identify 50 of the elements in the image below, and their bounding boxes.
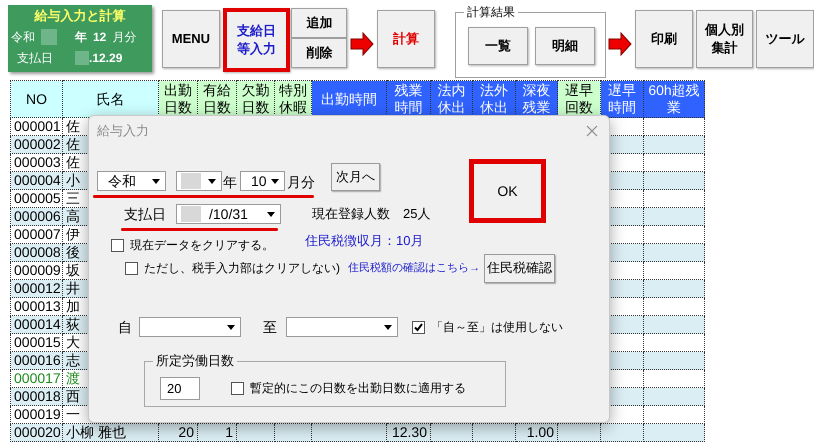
dropdown[interactable]: 10 bbox=[240, 171, 285, 191]
checkbox-label: 「自～至」は使用しない bbox=[431, 319, 563, 335]
column-header: 残業 時間 bbox=[386, 80, 430, 118]
dropdown[interactable]: /10/31 bbox=[176, 204, 281, 224]
column-header: 欠勤 日数 bbox=[236, 80, 274, 118]
registered-count: 現在登録人数 25人 bbox=[312, 205, 430, 224]
column-header: 出勤時間 bbox=[312, 80, 386, 118]
toolbar-button[interactable]: 支給日 等入力 bbox=[222, 8, 290, 72]
toolbar-button[interactable]: MENU bbox=[162, 10, 220, 68]
month-unit: 月分 bbox=[287, 173, 315, 191]
column-header: 特別 休暇 bbox=[274, 80, 312, 118]
column-header: 遅早 時間 bbox=[600, 80, 644, 118]
year-unit: 年 bbox=[75, 29, 87, 46]
number-field[interactable]: 20 bbox=[160, 376, 200, 400]
column-header: 60h超残 業 bbox=[644, 80, 704, 118]
column-header: 遅早 回数 bbox=[558, 80, 600, 118]
tax-check-button[interactable]: 住民税確認 bbox=[484, 254, 555, 282]
toolbar-button[interactable]: 印刷 bbox=[635, 10, 693, 68]
payday-value: .12.29 bbox=[89, 50, 122, 67]
add-button[interactable]: 追加 bbox=[291, 8, 348, 38]
table-cell: 000020 bbox=[10, 424, 62, 442]
tax-link[interactable]: 住民税額の確認はこちら→ bbox=[348, 260, 480, 276]
panel-title: 給与入力と計算 bbox=[34, 7, 126, 25]
ok-button[interactable]: OK bbox=[469, 159, 546, 223]
from-label: 自 bbox=[118, 318, 132, 336]
group-title: 所定労働日数 bbox=[153, 352, 237, 370]
era-label: 令和 bbox=[11, 29, 35, 46]
column-header: NO bbox=[10, 80, 62, 118]
dropdown[interactable]: 令和 bbox=[97, 171, 166, 191]
toolbar-button[interactable]: 一覧 bbox=[468, 27, 528, 65]
column-header: 有給 日数 bbox=[198, 80, 236, 118]
year-unit: 年 bbox=[223, 173, 237, 191]
tax-month-text: 住民税徴収月：10月 bbox=[305, 233, 424, 250]
column-header: 法内 休出 bbox=[430, 80, 472, 118]
column-header: 法外 休出 bbox=[472, 80, 516, 118]
payday-label: 支払日 bbox=[17, 50, 53, 67]
toolbar-button[interactable]: 明細 bbox=[534, 27, 595, 65]
toolbar-button[interactable]: ツール bbox=[756, 10, 814, 68]
next-month-button[interactable]: 次月へ bbox=[331, 163, 380, 191]
column-header: 氏名 bbox=[62, 80, 158, 118]
to-label: 至 bbox=[263, 318, 277, 336]
toolbar-button[interactable]: 計算 bbox=[377, 10, 435, 68]
column-header: 深夜 残業 bbox=[516, 80, 558, 118]
toolbar-button[interactable]: 個人別 集計 bbox=[696, 10, 754, 68]
delete-button[interactable]: 削除 bbox=[291, 38, 348, 68]
month-value: 12 bbox=[93, 29, 106, 46]
column-header: 出勤 日数 bbox=[158, 80, 198, 118]
checkbox-label: 暫定的にこの日数を出勤日数に適用する bbox=[250, 380, 466, 396]
month-unit: 月分 bbox=[112, 29, 136, 46]
group-title: 計算結果 bbox=[464, 4, 518, 20]
